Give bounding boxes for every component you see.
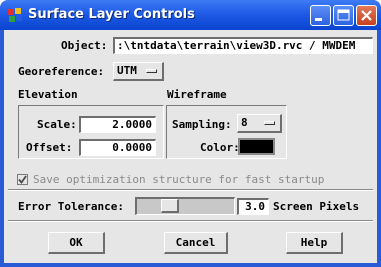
maximize-icon [337,9,350,21]
surface-layer-controls-window: Surface Layer Controls Object: :\tntdata… [0,0,381,267]
optimization-label: Save optimization structure for fast sta… [33,173,325,186]
app-icon [8,8,22,22]
error-tolerance-units: Screen Pixels [273,200,360,213]
error-tolerance-field[interactable]: 3.0 [237,198,269,215]
georeference-label: Georeference: [18,65,105,78]
maximize-button[interactable] [333,5,354,26]
ok-button[interactable]: OK [48,232,105,254]
object-field[interactable]: :\tntdata\terrain\view3D.rvc / MWDEM [113,37,373,54]
close-button[interactable] [356,5,377,26]
error-tolerance-label: Error Tolerance: [18,200,124,213]
scale-field[interactable]: 2.0000 [79,116,156,133]
option-menu-icon [264,121,275,125]
sampling-label: Sampling: [172,118,232,131]
window-title: Surface Layer Controls [28,7,195,22]
color-label: Color: [200,141,240,154]
scale-label: Scale: [37,118,77,131]
dialog-body: Object: :\tntdata\terrain\view3D.rvc / M… [4,30,377,263]
option-menu-icon [146,69,157,73]
cancel-button[interactable]: Cancel [164,232,228,254]
minimize-button[interactable] [310,5,331,26]
offset-label: Offset: [26,141,73,154]
error-tolerance-slider[interactable] [135,197,235,215]
sampling-value: 8 [241,116,248,129]
minimize-icon [315,18,322,21]
wireframe-heading: Wireframe [167,88,227,101]
close-icon [361,10,372,21]
title-bar[interactable]: Surface Layer Controls [0,0,381,30]
offset-field[interactable]: 0.0000 [79,139,156,156]
help-button[interactable]: Help [286,232,343,254]
georeference-value: UTM [117,64,137,77]
georeference-select[interactable]: UTM [113,62,164,81]
slider-thumb[interactable] [161,199,179,213]
elevation-heading: Elevation [18,88,78,101]
wireframe-color-swatch[interactable] [238,138,275,155]
sampling-select[interactable]: 8 [237,114,282,133]
object-label: Object: [61,39,108,52]
separator [8,220,373,222]
optimization-checkbox[interactable] [17,174,28,185]
separator [8,189,373,191]
